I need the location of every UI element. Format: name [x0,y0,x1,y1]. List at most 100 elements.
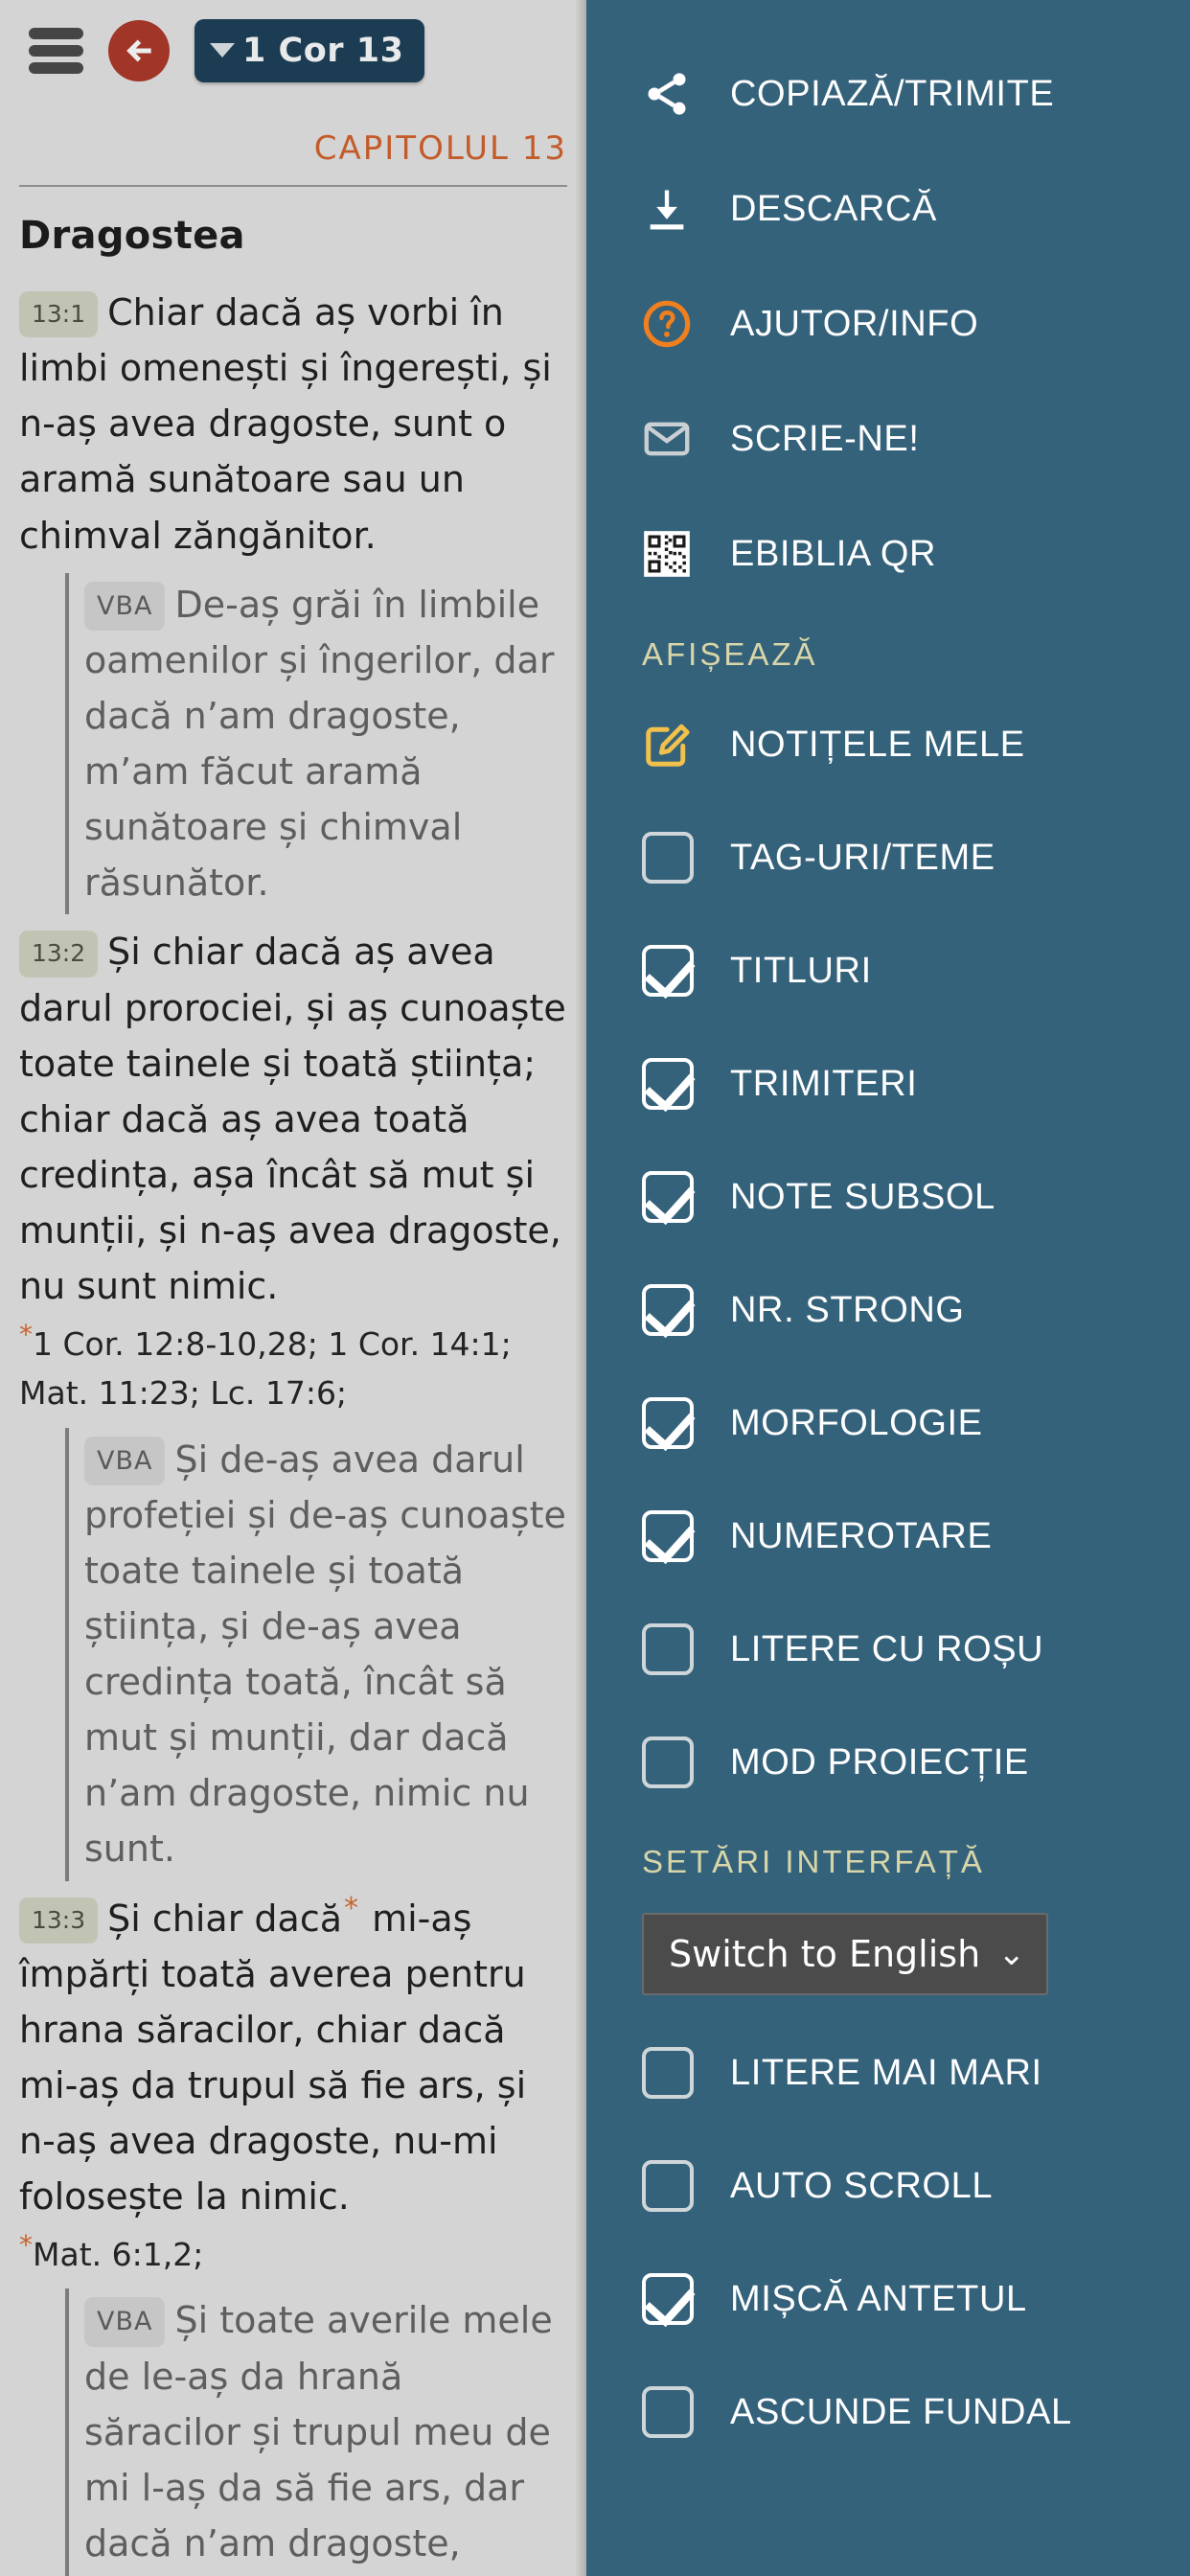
checkbox-box[interactable] [642,1284,694,1336]
menu-item-label: EBIBLIA QR [730,533,937,574]
quote-row: VBA Și de-aș avea darul profeției și de-a… [84,1432,567,1877]
menu-item-share[interactable]: COPIAZĂ/TRIMITE [586,36,1190,151]
menu-item-numbering[interactable]: NUMEROTARE [586,1480,1190,1593]
verse-number[interactable]: 13:3 [19,1897,99,1944]
menu-item-label: MOD PROIECȚIE [730,1741,1029,1782]
help-icon [642,296,698,352]
hamburger-icon[interactable] [29,27,83,74]
menu-item-label: NR. STRONG [730,1289,965,1330]
checkbox-icon[interactable] [642,943,698,999]
reader-pane[interactable]: CAPITOLUL 13 Dragostea 13:1 Chiar dacă aș… [0,101,586,2576]
checkbox-icon[interactable] [642,1395,698,1451]
checkbox-box[interactable] [642,1736,694,1788]
checkbox-icon[interactable] [642,2384,698,2440]
checkbox-icon[interactable] [642,1056,698,1112]
app-root: 1 Cor 13 CAPITOLUL 13 Dragostea 13:1 Chia… [0,0,1190,2576]
checkbox-box[interactable] [642,1397,694,1449]
app-header: 1 Cor 13 [0,0,586,101]
menu-item-titles[interactable]: TITLURI [586,914,1190,1027]
menu-item-qr[interactable]: EBIBLIA QR [586,496,1190,611]
checkbox-icon[interactable] [642,1735,698,1790]
menu-item-label: MIȘCĂ ANTETUL [730,2278,1027,2319]
checkbox-box[interactable] [642,2047,694,2099]
checkbox-icon[interactable] [642,1282,698,1338]
cross-reference-text: 1 Cor. 12:8-10,28; 1 Cor. 14:1; Mat. 11:… [19,1325,512,1413]
verse-text: mi-aș împărți toată averea pentru hrana … [19,1897,527,2219]
quote-block[interactable]: VBA Și de-aș avea darul profeției și de-a… [65,1427,567,1881]
menu-item-label: ASCUNDE FUNDAL [730,2391,1072,2432]
menu-item-footnotes[interactable]: NOTE SUBSOL [586,1140,1190,1254]
menu-item-tags[interactable]: TAG-URI/TEME [586,801,1190,914]
menu-item-contact[interactable]: SCRIE-NE! [586,381,1190,496]
cross-reference-line[interactable]: *1 Cor. 12:8-10,28; 1 Cor. 14:1; Mat. 11… [19,1320,567,1417]
checkbox-icon[interactable] [642,2271,698,2327]
checkbox-box[interactable] [642,832,694,884]
checkbox-icon[interactable] [642,1169,698,1225]
menu-item-label: AUTO SCROLL [730,2165,994,2206]
menu-item-auto-scroll[interactable]: AUTO SCROLL [586,2129,1190,2242]
menu-item-references[interactable]: TRIMITERI [586,1027,1190,1140]
menu-item-label: NOTIȚELE MELE [730,724,1025,765]
back-arrow-icon [120,32,158,70]
checkbox-box[interactable] [642,2160,694,2212]
checkbox-box[interactable] [642,1510,694,1562]
checkbox-box[interactable] [642,945,694,997]
menu-item-larger-letters[interactable]: LITERE MAI MARI [586,2016,1190,2129]
version-badge[interactable]: VBA [84,2297,166,2347]
checkbox-icon[interactable] [642,2045,698,2101]
menu-item-download[interactable]: DESCARCĂ [586,151,1190,266]
quote-row: VBA Și toate averile mele de le-aș da hra… [84,2292,567,2576]
cross-reference-line[interactable]: *Mat. 6:1,2; [19,2230,567,2279]
menu-item-label: TITLURI [730,950,872,991]
checkbox-box[interactable] [642,1058,694,1110]
chevron-down-icon: ⌄ [997,1935,1026,1973]
hamburger-bar [29,61,83,74]
checkbox-box[interactable] [642,1171,694,1223]
menu-item-red-letters[interactable]: LITERE CU ROȘU [586,1593,1190,1706]
menu-item-label: SCRIE-NE! [730,418,920,459]
quote-block[interactable]: VBA Și toate averile mele de le-aș da hra… [65,2288,567,2576]
menu-item-label: NUMEROTARE [730,1515,993,1556]
menu-item-projection-mode[interactable]: MOD PROIECȚIE [586,1706,1190,1819]
cross-reference-marker: * [19,1319,33,1351]
note-edit-icon [642,717,698,772]
checkbox-box[interactable] [642,2386,694,2438]
version-badge[interactable]: VBA [84,581,166,631]
language-select[interactable]: Switch to English ⌄ [642,1913,1048,1995]
envelope-icon [642,411,698,467]
menu-item-my-notes[interactable]: NOTIȚELE MELE [586,688,1190,801]
menu-item-move-header[interactable]: MIȘCĂ ANTETUL [586,2242,1190,2356]
group-heading-display: AFIȘEAZĂ [642,636,818,672]
download-icon [642,181,698,237]
menu-item-label: TRIMITERI [730,1063,918,1104]
menu-item-strong-numbers[interactable]: NR. STRONG [586,1254,1190,1367]
quote-block[interactable]: VBA De-aș grăi în limbile oamenilor și în… [65,572,567,915]
checkbox-icon[interactable] [642,2158,698,2214]
menu-item-label: LITERE MAI MARI [730,2052,1042,2093]
verse-number[interactable]: 13:1 [19,291,99,338]
chapter-label: CAPITOLUL 13 [313,129,567,168]
chapter-selector-label: 1 Cor 13 [242,31,404,70]
back-button[interactable] [108,19,170,81]
verse-text: Chiar dacă aș vorbi în limbi omenești și… [19,291,552,557]
version-badge[interactable]: VBA [84,1436,166,1485]
checkbox-box[interactable] [642,2273,694,2325]
menu-item-hide-background[interactable]: ASCUNDE FUNDAL [586,2356,1190,2469]
chapter-selector-button[interactable]: 1 Cor 13 [195,18,425,82]
menu-item-morphology[interactable]: MORFOLOGIE [586,1367,1190,1480]
verse-row[interactable]: 13:1 Chiar dacă aș vorbi în limbi omeneșt… [19,285,567,564]
verse-number[interactable]: 13:2 [19,931,99,978]
verse-text-lead: Și chiar dacă [107,1897,343,1940]
checkbox-icon[interactable] [642,1508,698,1564]
menu-item-help[interactable]: AJUTOR/INFO [586,266,1190,381]
cross-reference-marker: * [19,2229,33,2262]
menu-item-label: LITERE CU ROȘU [730,1628,1044,1669]
checkbox-box[interactable] [642,1623,694,1675]
checkbox-icon[interactable] [642,1622,698,1677]
verse-row[interactable]: 13:2 Și chiar dacă aș avea darul prorocie… [19,924,567,1314]
quote-row: VBA De-aș grăi în limbile oamenilor și în… [84,577,567,911]
checkbox-icon[interactable] [642,830,698,886]
verse-row[interactable]: 13:3 Și chiar dacă* mi-aș împărți toată a… [19,1891,567,2225]
hamburger-bar [29,27,83,39]
menu-item-label: TAG-URI/TEME [730,837,995,878]
